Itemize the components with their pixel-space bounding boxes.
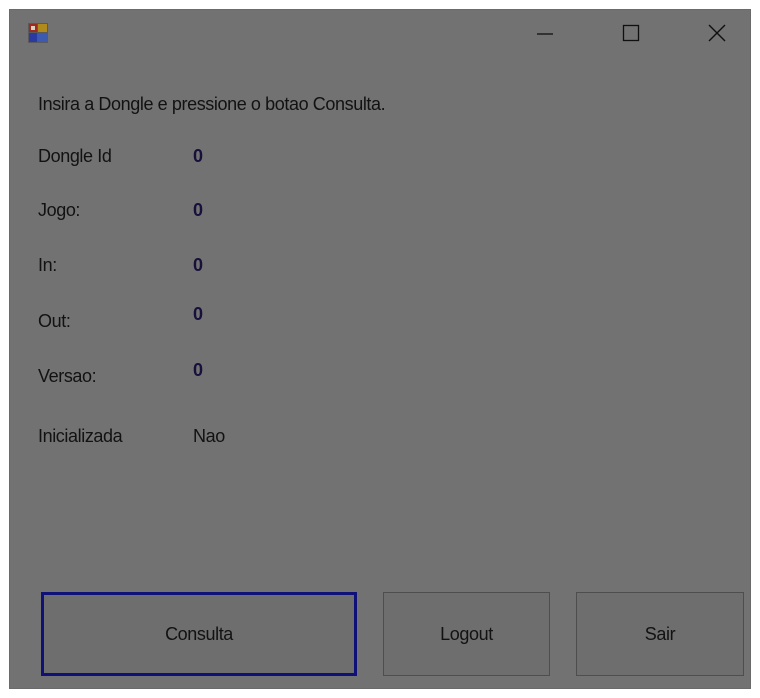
in-value: 0 xyxy=(193,255,204,275)
sair-button[interactable]: Sair xyxy=(576,592,744,676)
versao-label: Versao: xyxy=(38,366,97,386)
jogo-value: 0 xyxy=(193,200,204,220)
consulta-button[interactable]: Consulta xyxy=(41,592,357,676)
minimize-button[interactable] xyxy=(514,10,576,56)
in-label: In: xyxy=(38,255,57,275)
inicializada-value: Nao xyxy=(193,426,225,446)
instructions-text: Insira a Dongle e pressione o botao Cons… xyxy=(38,94,386,114)
out-value: 0 xyxy=(193,304,204,324)
logout-button[interactable]: Logout xyxy=(383,592,550,676)
versao-value: 0 xyxy=(193,360,204,380)
inicializada-label: Inicializada xyxy=(38,426,123,446)
jogo-label: Jogo: xyxy=(38,200,81,220)
maximize-button[interactable] xyxy=(600,10,662,56)
title-bar[interactable] xyxy=(10,10,750,56)
close-button[interactable] xyxy=(686,10,748,56)
dongle-id-label: Dongle Id xyxy=(38,146,112,166)
app-icon xyxy=(28,23,48,43)
dongle-id-value: 0 xyxy=(193,146,204,166)
minimize-icon xyxy=(537,33,553,35)
maximize-icon xyxy=(622,24,640,42)
close-icon xyxy=(708,24,726,42)
form-content: Insira a Dongle e pressione o botao Cons… xyxy=(10,56,750,690)
out-label: Out: xyxy=(38,311,71,331)
app-window: Insira a Dongle e pressione o botao Cons… xyxy=(9,9,751,689)
